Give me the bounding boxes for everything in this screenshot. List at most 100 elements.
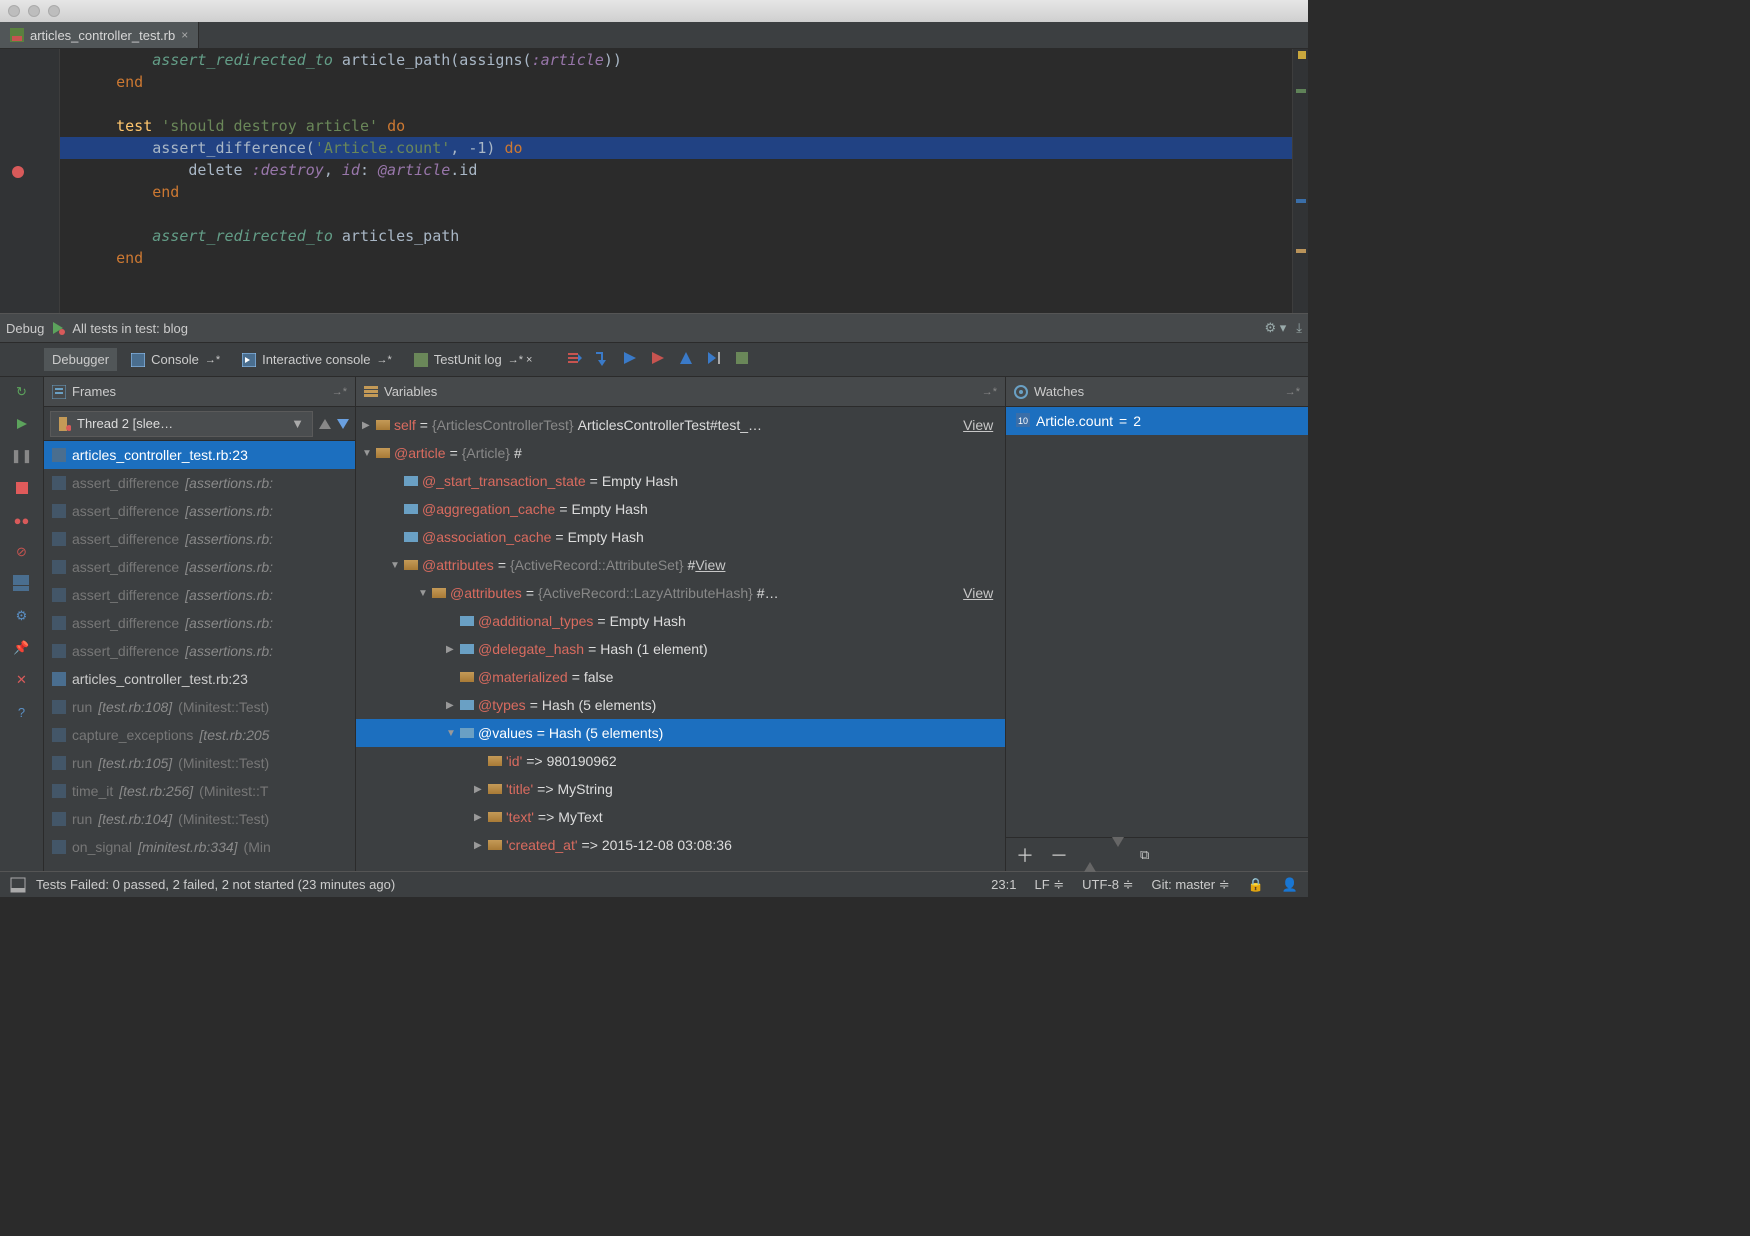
variable-row[interactable]: 'id' => 980190962 xyxy=(356,747,1005,775)
marker[interactable] xyxy=(1296,249,1306,253)
pause-icon[interactable]: ❚❚ xyxy=(13,447,31,465)
tab-console[interactable]: Console →* xyxy=(123,348,228,371)
marker[interactable] xyxy=(1296,89,1306,93)
step-out-icon[interactable] xyxy=(678,350,694,369)
toolwindow-toggle-icon[interactable] xyxy=(10,877,26,893)
move-up-icon[interactable] xyxy=(1084,847,1096,862)
remove-watch-icon[interactable]: － xyxy=(1050,842,1068,868)
rerun-icon[interactable]: ↻ xyxy=(13,383,31,401)
breakpoint-icon[interactable] xyxy=(12,166,24,178)
console-icon xyxy=(242,353,256,367)
caret-position[interactable]: 23:1 xyxy=(991,877,1016,892)
step-into-icon[interactable] xyxy=(622,350,638,369)
code-area[interactable]: assert_redirected_to article_path(assign… xyxy=(60,49,1292,313)
frame-row[interactable]: assert_difference [assertions.rb: xyxy=(44,525,355,553)
variable-row[interactable]: @article = {Article} # xyxy=(356,439,1005,467)
watches-header: Watches →* xyxy=(1006,377,1308,407)
help-icon[interactable]: ? xyxy=(13,703,31,721)
variable-row[interactable]: 'text' => MyText xyxy=(356,803,1005,831)
frame-row[interactable]: articles_controller_test.rb:23 xyxy=(44,665,355,693)
frame-row[interactable]: assert_difference [assertions.rb: xyxy=(44,609,355,637)
file-encoding[interactable]: UTF-8 ≑ xyxy=(1082,877,1133,893)
settings-icon[interactable]: ⚙ xyxy=(13,607,31,625)
variable-row[interactable]: @additional_types = Empty Hash xyxy=(356,607,1005,635)
inspection-indicator[interactable] xyxy=(1298,51,1306,59)
lock-icon[interactable]: 🔒 xyxy=(1248,877,1264,893)
traffic-min[interactable] xyxy=(28,5,40,17)
variable-row[interactable]: 'created_at' => 2015-12-08 03:08:36 xyxy=(356,831,1005,859)
thread-dropdown[interactable]: Thread 2 [slee… ▼ xyxy=(50,411,313,437)
frame-row[interactable]: assert_difference [assertions.rb: xyxy=(44,497,355,525)
variable-row[interactable]: @_start_transaction_state = Empty Hash xyxy=(356,467,1005,495)
resume-icon[interactable] xyxy=(13,415,31,433)
marker[interactable] xyxy=(1296,199,1306,203)
mute-breakpoints-icon[interactable]: ⊘ xyxy=(13,543,31,561)
watches-list[interactable]: 10 Article.count = 2 xyxy=(1006,407,1308,837)
variables-tree[interactable]: self = {ArticlesControllerTest} Articles… xyxy=(356,407,1005,871)
frame-row[interactable]: run [test.rb:108] (Minitest::Test) xyxy=(44,693,355,721)
frame-row[interactable]: capture_exceptions [test.rb:205 xyxy=(44,721,355,749)
variable-row[interactable]: @values = Hash (5 elements) xyxy=(356,719,1005,747)
variable-row[interactable]: @delegate_hash = Hash (1 element) xyxy=(356,635,1005,663)
force-step-into-icon[interactable] xyxy=(650,350,666,369)
frame-row[interactable]: time_it [test.rb:256] (Minitest::T xyxy=(44,777,355,805)
variable-row[interactable]: @aggregation_cache = Empty Hash xyxy=(356,495,1005,523)
close-icon[interactable]: × xyxy=(181,28,188,42)
move-down-icon[interactable] xyxy=(1112,847,1124,862)
stop-icon[interactable] xyxy=(13,479,31,497)
pin-icon[interactable]: →* × xyxy=(508,354,533,366)
hector-icon[interactable]: 👤 xyxy=(1282,877,1298,893)
variable-row[interactable]: 'title' => MyString xyxy=(356,775,1005,803)
variable-row[interactable]: @types = Hash (5 elements) xyxy=(356,691,1005,719)
frame-row[interactable]: assert_difference [assertions.rb: xyxy=(44,553,355,581)
tab-label: Console xyxy=(151,352,199,367)
variable-row[interactable]: @attributes = {ActiveRecord::AttributeSe… xyxy=(356,551,1005,579)
frame-row[interactable]: on_signal [minitest.rb:334] (Min xyxy=(44,833,355,861)
tab-label: Interactive console xyxy=(262,352,370,367)
frame-row[interactable]: run [test.rb:105] (Minitest::Test) xyxy=(44,749,355,777)
variable-row[interactable]: self = {ArticlesControllerTest} Articles… xyxy=(356,411,1005,439)
traffic-close[interactable] xyxy=(8,5,20,17)
frame-row[interactable]: articles_controller_test.rb:23 xyxy=(44,441,355,469)
file-tab[interactable]: articles_controller_test.rb × xyxy=(0,22,199,48)
copy-icon[interactable]: ⧉ xyxy=(1140,847,1149,863)
close-icon[interactable]: ✕ xyxy=(13,671,31,689)
view-breakpoints-icon[interactable]: ●● xyxy=(13,511,31,529)
add-watch-icon[interactable]: ＋ xyxy=(1016,842,1034,868)
frame-next-icon[interactable] xyxy=(337,419,349,429)
run-to-cursor-icon[interactable] xyxy=(706,350,722,369)
tab-interactive-console[interactable]: Interactive console →* xyxy=(234,348,400,371)
frame-prev-icon[interactable] xyxy=(319,419,331,429)
pin-icon[interactable]: →* xyxy=(205,354,220,366)
watch-item[interactable]: 10 Article.count = 2 xyxy=(1006,407,1308,435)
restore-icon[interactable]: →* xyxy=(982,386,997,398)
gutter[interactable] xyxy=(0,49,60,313)
show-execution-point-icon[interactable] xyxy=(566,350,582,369)
debug-body: ↻ ❚❚ ●● ⊘ ⚙ 📌 ✕ ? Frames →* Thread 2 [sl… xyxy=(0,377,1308,871)
restore-icon[interactable]: →* xyxy=(332,386,347,398)
layout-icon[interactable] xyxy=(13,575,31,593)
traffic-zoom[interactable] xyxy=(48,5,60,17)
line-separator[interactable]: LF ≑ xyxy=(1034,877,1064,893)
frame-row[interactable]: run [test.rb:104] (Minitest::Test) xyxy=(44,805,355,833)
editor[interactable]: assert_redirected_to article_path(assign… xyxy=(0,49,1308,313)
pin-icon[interactable]: →* xyxy=(377,354,392,366)
frame-row[interactable]: assert_difference [assertions.rb: xyxy=(44,637,355,665)
git-branch[interactable]: Git: master ≑ xyxy=(1152,877,1230,893)
frame-row[interactable]: assert_difference [assertions.rb: xyxy=(44,469,355,497)
download-icon[interactable]: ⤓ xyxy=(1296,320,1302,336)
evaluate-icon[interactable] xyxy=(734,350,750,369)
variable-row[interactable]: @attributes = {ActiveRecord::LazyAttribu… xyxy=(356,579,1005,607)
variable-row[interactable]: @association_cache = Empty Hash xyxy=(356,523,1005,551)
watch-item-icon: 10 xyxy=(1016,413,1030,427)
frame-row[interactable]: assert_difference [assertions.rb: xyxy=(44,581,355,609)
restore-icon[interactable]: →* xyxy=(1285,386,1300,398)
variable-row[interactable]: @materialized = false xyxy=(356,663,1005,691)
frames-header: Frames →* xyxy=(44,377,355,407)
frames-list[interactable]: articles_controller_test.rb:23assert_dif… xyxy=(44,441,355,871)
step-over-icon[interactable] xyxy=(594,350,610,369)
tab-testunit-log[interactable]: TestUnit log →* × xyxy=(406,348,541,371)
gear-icon[interactable]: ⚙ ▾ xyxy=(1264,320,1286,336)
pin-icon[interactable]: 📌 xyxy=(13,639,31,657)
tab-debugger[interactable]: Debugger xyxy=(44,348,117,371)
